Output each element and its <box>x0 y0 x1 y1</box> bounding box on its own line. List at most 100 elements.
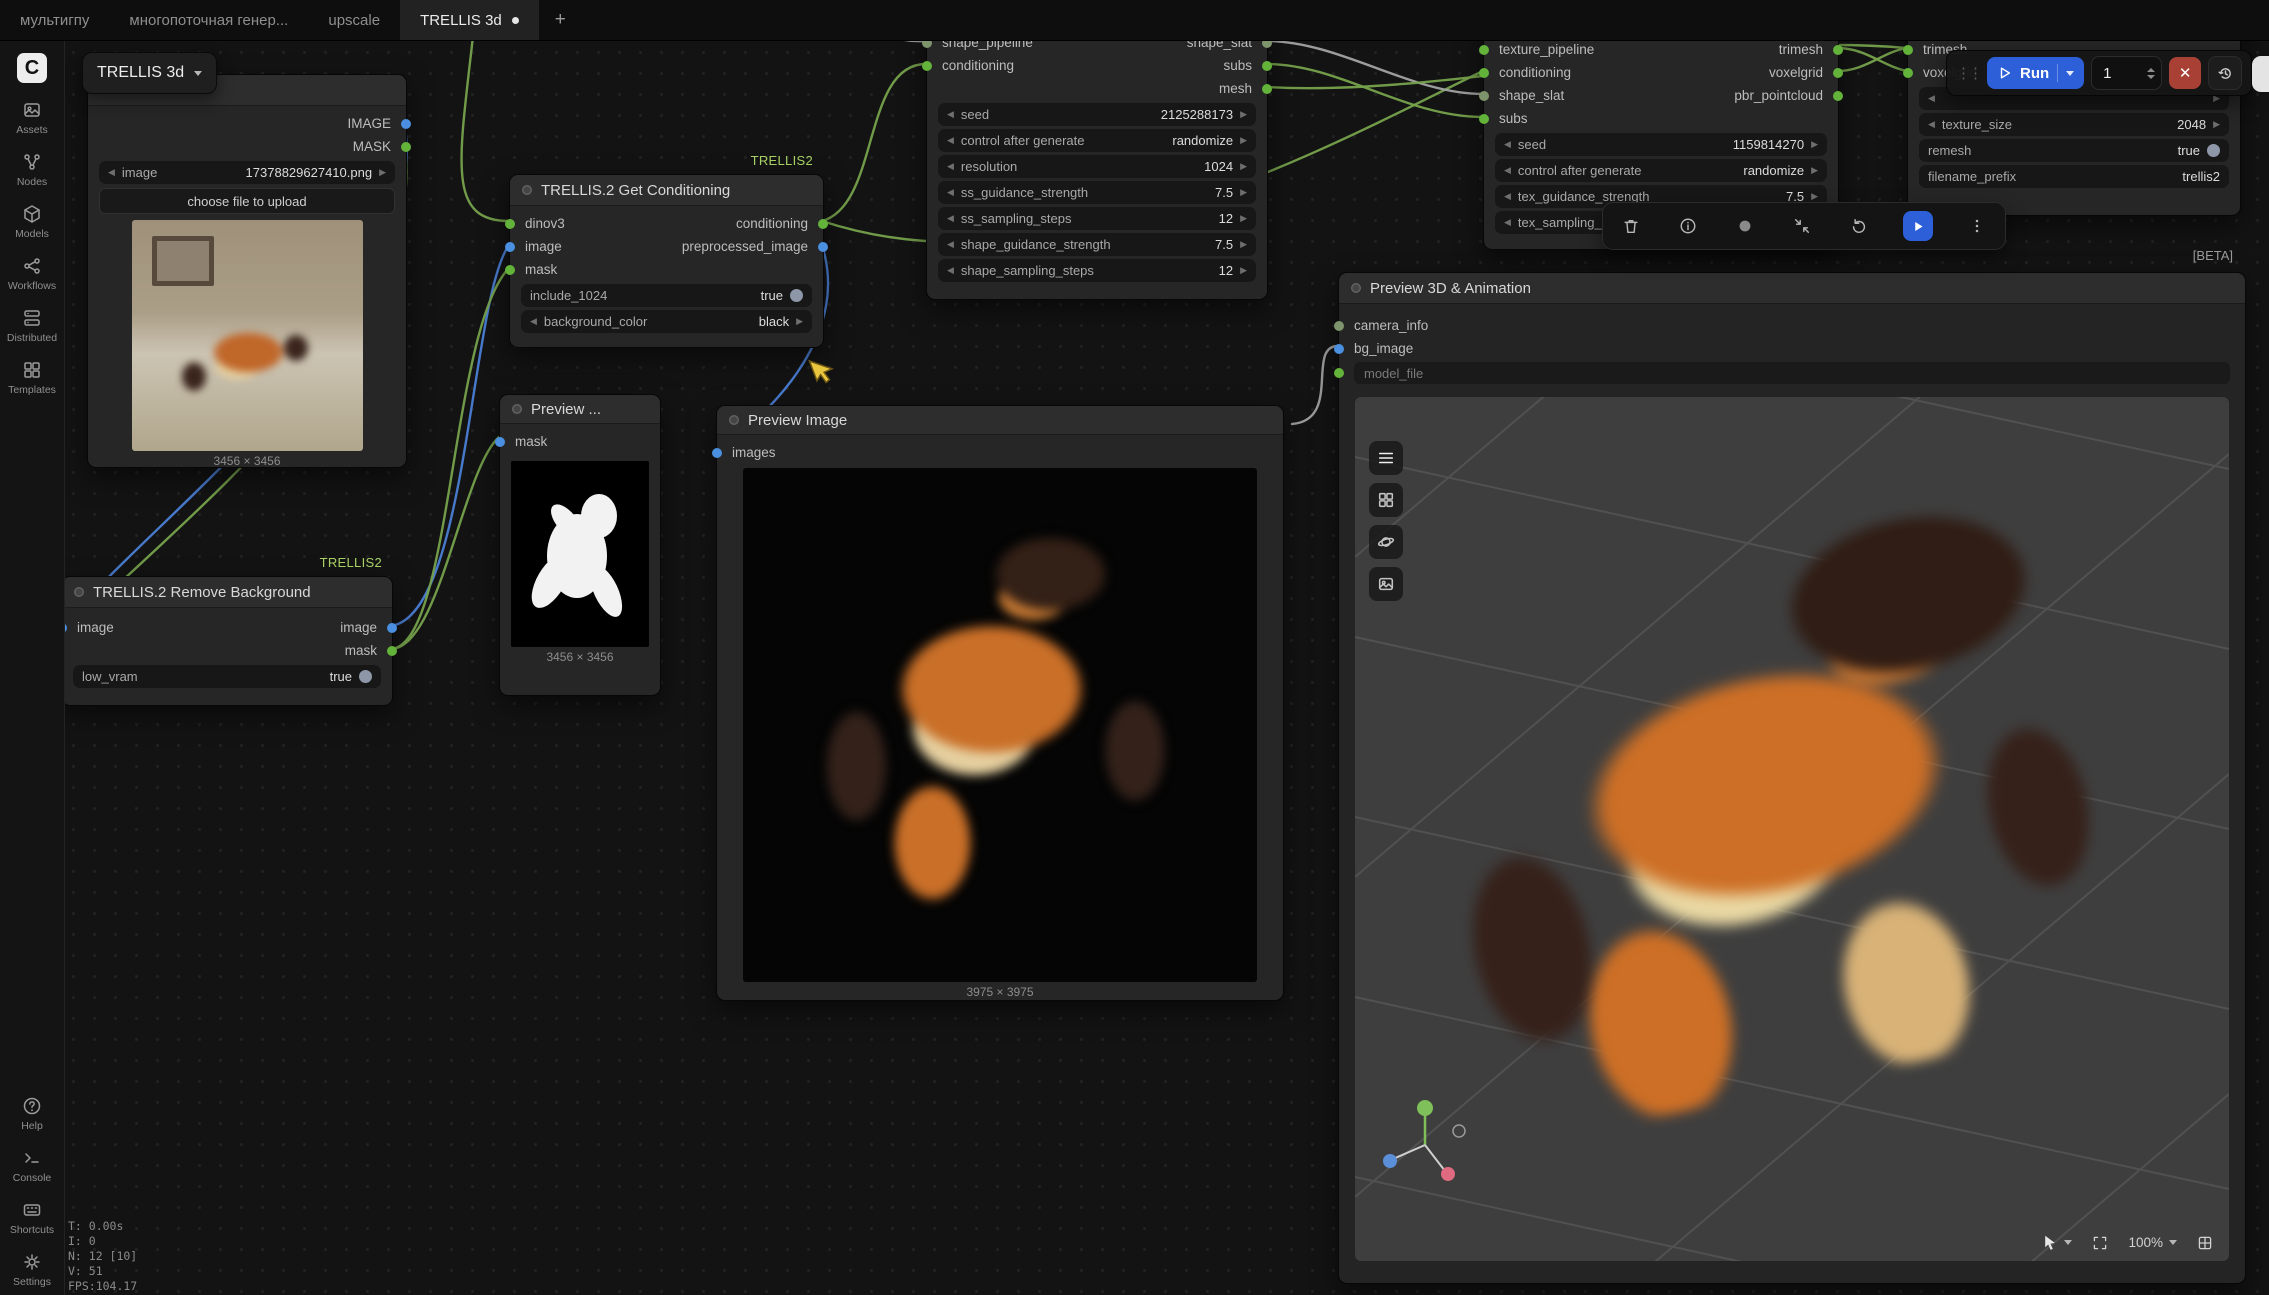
output-slot-voxelgrid[interactable] <box>1833 68 1843 78</box>
axis-gizmo[interactable] <box>1375 1095 1475 1195</box>
prev-arrow-icon[interactable] <box>947 110 954 119</box>
tab-trellis-3d[interactable]: TRELLIS 3d <box>400 0 539 40</box>
next-arrow-icon[interactable] <box>1240 214 1247 223</box>
seed-widget[interactable]: seed 2125288173 <box>938 103 1256 126</box>
toggle-knob[interactable] <box>790 289 803 302</box>
output-slot-trimesh[interactable] <box>1833 45 1843 55</box>
prev-arrow-icon[interactable] <box>1928 120 1935 129</box>
prev-arrow-icon[interactable] <box>530 317 537 326</box>
toggle-knob[interactable] <box>359 670 372 683</box>
shape-sampling-steps-widget[interactable]: shape_sampling_steps 12 <box>938 259 1256 282</box>
node-header[interactable]: Preview 3D & Animation <box>1339 273 2245 304</box>
next-arrow-icon[interactable] <box>1811 192 1818 201</box>
sidebar-item-help[interactable]: Help <box>0 1087 64 1139</box>
tab-upscale[interactable]: upscale <box>308 0 400 40</box>
prev-arrow-icon[interactable] <box>947 136 954 145</box>
select-tool-button[interactable] <box>2042 1234 2072 1251</box>
prev-arrow-icon[interactable] <box>947 162 954 171</box>
stepper[interactable] <box>2147 68 2155 79</box>
remesh-toggle[interactable]: remesh true <box>1919 139 2229 162</box>
background-color-combo[interactable]: background_color black <box>521 310 812 333</box>
minimap-toggle-button[interactable] <box>2197 1235 2213 1251</box>
next-arrow-icon[interactable] <box>1240 266 1247 275</box>
seed-widget[interactable]: seed 1159814270 <box>1495 133 1827 156</box>
node-preview-image[interactable]: Preview Image images 3975 × 3975 <box>716 405 1284 1001</box>
fit-view-button[interactable] <box>2092 1235 2108 1251</box>
sidebar-item-assets[interactable]: Assets <box>0 91 64 143</box>
execute-button[interactable] <box>1903 211 1933 241</box>
sidebar-item-models[interactable]: Models <box>0 195 64 247</box>
panel-toggle-button[interactable] <box>2252 56 2269 92</box>
model-file-field[interactable]: model_file <box>1354 362 2230 384</box>
next-arrow-icon[interactable] <box>796 317 803 326</box>
toggle-knob[interactable] <box>2207 144 2220 157</box>
control-after-generate-combo[interactable]: control after generate randomize <box>938 129 1256 152</box>
next-arrow-icon[interactable] <box>1240 188 1247 197</box>
prev-arrow-icon[interactable] <box>947 188 954 197</box>
input-slot-shape-slat[interactable] <box>1479 91 1489 101</box>
output-slot-pbr-pointcloud[interactable] <box>1833 91 1843 101</box>
prev-arrow-icon[interactable] <box>1504 192 1511 201</box>
input-slot-camera-info[interactable] <box>1334 321 1344 331</box>
prev-arrow-icon[interactable] <box>947 266 954 275</box>
node-header[interactable]: TRELLIS.2 Remove Background <box>62 577 392 608</box>
increment-icon[interactable] <box>2147 68 2155 72</box>
output-slot-image[interactable] <box>387 623 397 633</box>
next-arrow-icon[interactable] <box>379 168 386 177</box>
image-filename-widget[interactable]: image 17378829627410.png <box>99 161 395 184</box>
ss-sampling-steps-widget[interactable]: ss_sampling_steps 12 <box>938 207 1256 230</box>
collapse-button[interactable] <box>1789 213 1815 239</box>
cancel-button[interactable] <box>2169 57 2201 89</box>
sidebar-item-workflows[interactable]: Workflows <box>0 247 64 299</box>
next-arrow-icon[interactable] <box>1240 240 1247 249</box>
next-arrow-icon[interactable] <box>1811 140 1818 149</box>
resolution-widget[interactable]: resolution 1024 <box>938 155 1256 178</box>
next-arrow-icon[interactable] <box>1240 110 1247 119</box>
node-load-image[interactable]: IMAGE MASK image 17378829627410.png choo… <box>87 74 407 468</box>
viewport-orbit-button[interactable] <box>1369 525 1403 559</box>
next-arrow-icon[interactable] <box>1811 166 1818 175</box>
input-slot-model-file[interactable] <box>1334 368 1344 378</box>
tab-multithread[interactable]: многопоточная генер... <box>109 0 308 40</box>
info-button[interactable] <box>1675 213 1701 239</box>
prev-arrow-icon[interactable] <box>1504 140 1511 149</box>
sidebar-item-distributed[interactable]: Distributed <box>0 299 64 351</box>
node-remove-background[interactable]: TRELLIS2 TRELLIS.2 Remove Background ima… <box>61 576 393 706</box>
next-arrow-icon[interactable] <box>1240 162 1247 171</box>
input-slot-conditioning[interactable] <box>1479 68 1489 78</box>
output-slot-preprocessed-image[interactable] <box>818 242 828 252</box>
low-vram-toggle[interactable]: low_vram true <box>73 665 381 688</box>
texture-size-widget[interactable]: texture_size 2048 <box>1919 113 2229 136</box>
input-slot-mask[interactable] <box>505 265 515 275</box>
upload-button[interactable]: choose file to upload <box>99 188 395 214</box>
input-slot-bg-image[interactable] <box>1334 344 1344 354</box>
node-color-button[interactable] <box>1732 213 1758 239</box>
generated-image-preview[interactable] <box>743 468 1257 982</box>
history-button[interactable] <box>2208 56 2242 90</box>
output-slot-mesh[interactable] <box>1262 84 1272 94</box>
input-slot-conditioning[interactable] <box>922 61 932 71</box>
workflow-selector[interactable]: TRELLIS 3d <box>82 52 217 94</box>
node-preview-mask[interactable]: Preview ... mask 3456 × 3456 <box>499 394 661 696</box>
input-slot-image[interactable] <box>505 242 515 252</box>
batch-count-input[interactable]: 1 <box>2091 56 2162 90</box>
node-header[interactable]: Preview Image <box>717 406 1283 435</box>
rerun-button[interactable] <box>1846 213 1872 239</box>
input-slot-texture-pipeline[interactable] <box>1479 45 1489 55</box>
filename-prefix-widget[interactable]: filename_prefix trellis2 <box>1919 165 2229 188</box>
drag-handle-icon[interactable] <box>1956 64 1980 82</box>
tab-multigpu[interactable]: мультигпу <box>0 0 109 40</box>
control-after-generate-combo[interactable]: control after generate randomize <box>1495 159 1827 182</box>
run-button[interactable]: Run <box>1987 57 2084 89</box>
zoom-control[interactable]: 100% <box>2128 1235 2177 1250</box>
decrement-icon[interactable] <box>2147 75 2155 79</box>
input-slot-voxelgrid[interactable] <box>1903 68 1913 78</box>
app-logo[interactable]: C <box>17 53 47 83</box>
mask-preview-image[interactable] <box>511 461 649 647</box>
shape-guidance-strength-widget[interactable]: shape_guidance_strength 7.5 <box>938 233 1256 256</box>
3d-viewport[interactable]: 100% <box>1355 397 2229 1261</box>
prev-arrow-icon[interactable] <box>947 214 954 223</box>
sidebar-item-templates[interactable]: Templates <box>0 351 64 403</box>
next-arrow-icon[interactable] <box>1240 136 1247 145</box>
new-tab-button[interactable]: + <box>539 0 582 40</box>
